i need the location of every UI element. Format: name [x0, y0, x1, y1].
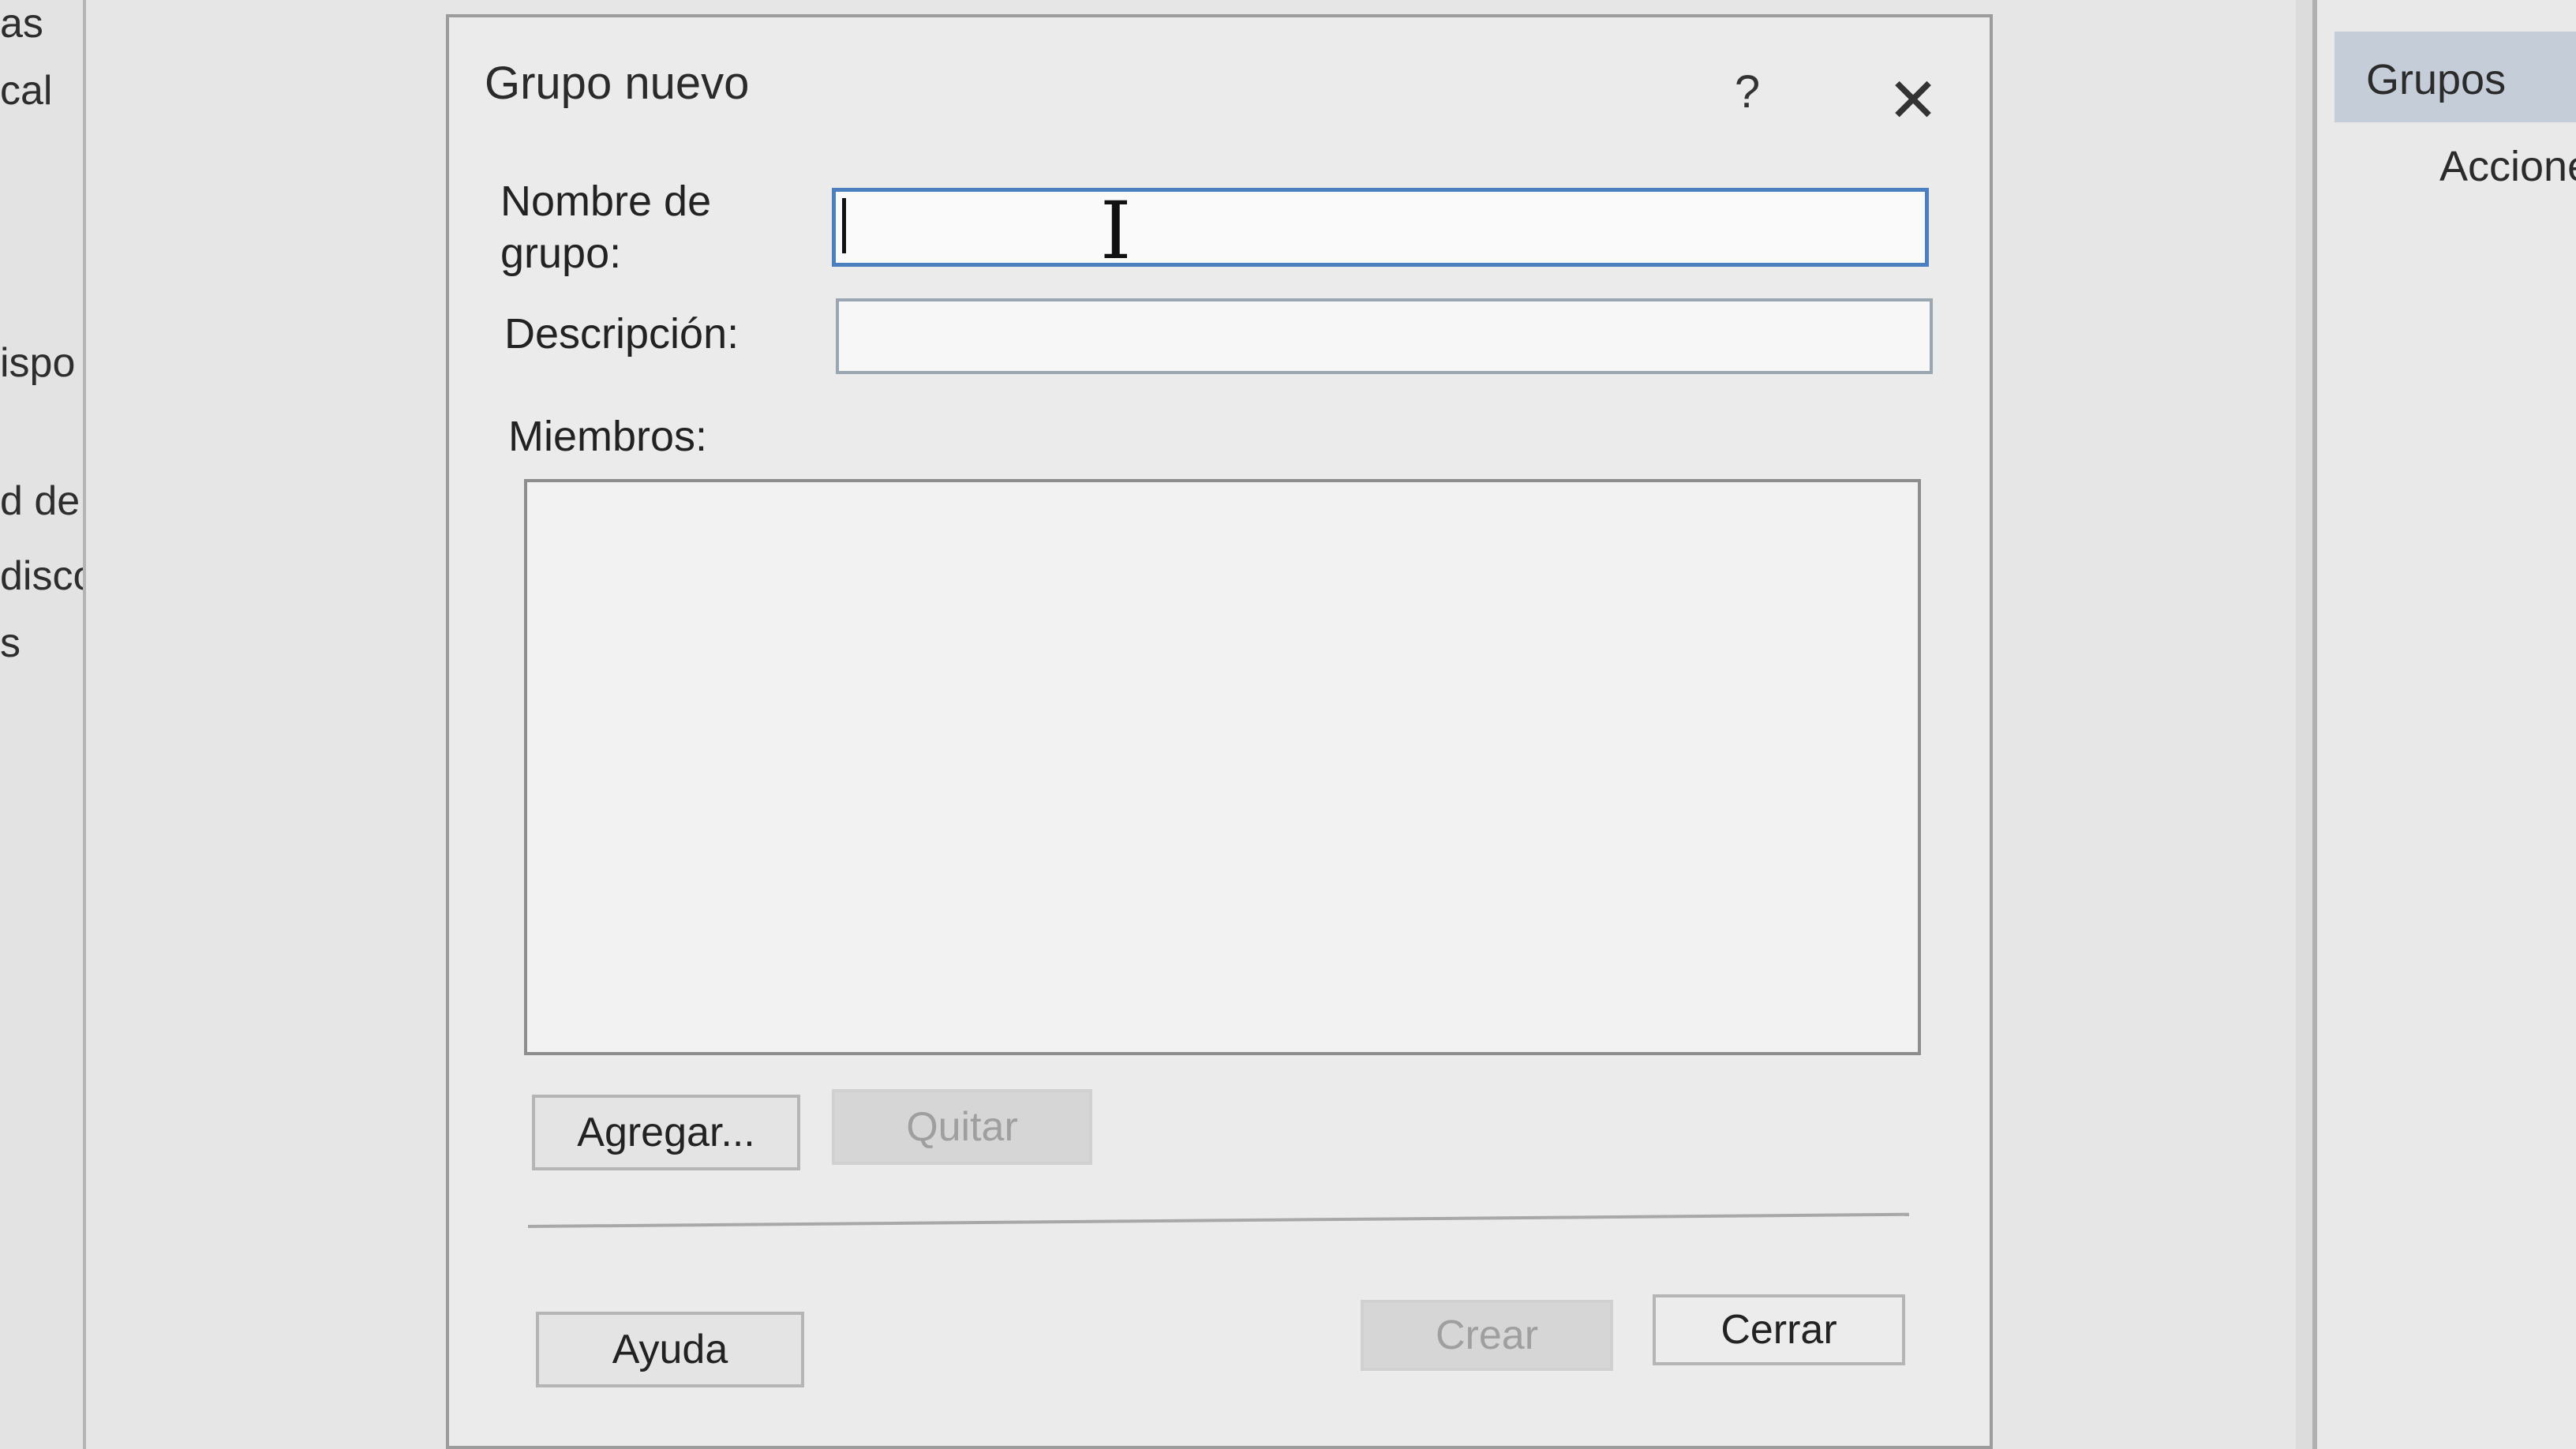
members-list[interactable]: [524, 479, 1921, 1055]
text-caret: [842, 198, 846, 253]
group-name-label: Nombre de grupo:: [500, 175, 737, 279]
actions-subheader[interactable]: Accione: [2439, 142, 2576, 191]
group-name-label-text: Nombre de grupo:: [500, 178, 712, 277]
members-label: Miembros:: [508, 413, 708, 460]
tree-item[interactable]: cal: [0, 67, 52, 114]
dialog-separator: [527, 1212, 1909, 1228]
actions-pane: Grupos Accione: [2312, 0, 2576, 1449]
tree-item[interactable]: ispo: [0, 339, 75, 387]
help-icon[interactable]: ?: [1716, 61, 1779, 124]
help-button[interactable]: Ayuda: [536, 1312, 804, 1387]
console-tree-pane: as cal ispo d de disco s: [0, 0, 86, 1449]
ibeam-cursor-icon: I: [1100, 185, 1132, 277]
tree-item[interactable]: disco: [0, 552, 83, 600]
description-label: Descripción:: [504, 310, 739, 358]
tree-item[interactable]: as: [0, 0, 43, 47]
tree-item[interactable]: s: [0, 620, 21, 667]
tree-item[interactable]: d de: [0, 477, 80, 525]
create-button[interactable]: Crear: [1361, 1300, 1613, 1371]
group-name-input[interactable]: I: [832, 188, 1929, 271]
close-icon[interactable]: ✕: [1874, 61, 1953, 140]
new-group-dialog: Grupo nuevo ? ✕ Nombre de grupo: I Descr…: [446, 14, 1993, 1449]
actions-header[interactable]: Grupos: [2334, 32, 2576, 122]
close-button[interactable]: Cerrar: [1653, 1294, 1905, 1365]
description-input[interactable]: [836, 298, 1933, 374]
add-member-button[interactable]: Agregar...: [532, 1095, 800, 1170]
remove-member-button[interactable]: Quitar: [832, 1089, 1092, 1165]
dialog-title: Grupo nuevo: [485, 58, 750, 109]
